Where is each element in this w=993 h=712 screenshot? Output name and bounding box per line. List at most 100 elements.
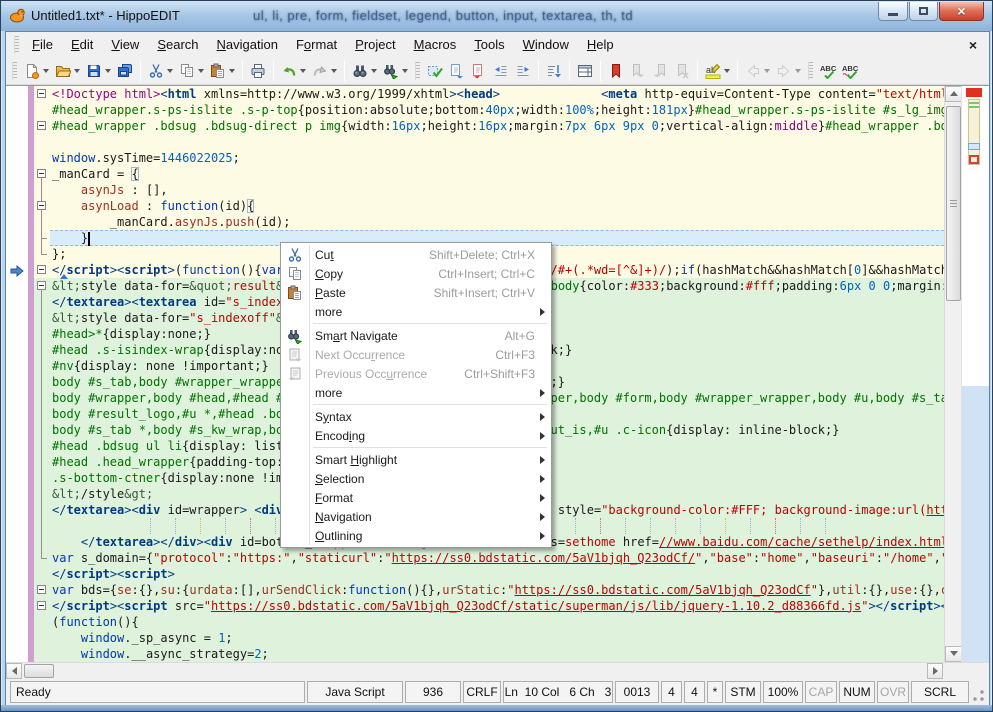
context-menu-item-more[interactable]: more: [281, 383, 551, 402]
fold-collapse-button[interactable]: [37, 265, 46, 274]
dropdown-caret-icon[interactable]: [764, 69, 770, 73]
menu-item-file[interactable]: File: [23, 34, 62, 55]
code-line[interactable]: asynLoad : function(id){: [50, 198, 944, 214]
context-menu-item-copy[interactable]: CopyCtrl+Insert; Ctrl+C: [281, 264, 551, 283]
dropdown-caret-icon[interactable]: [300, 69, 306, 73]
toolbar-button-highlight[interactable]: ab: [703, 61, 732, 81]
fold-collapse-button[interactable]: [37, 601, 46, 610]
resize-grip[interactable]: [971, 681, 985, 703]
minimize-button[interactable]: [878, 2, 908, 21]
toolbar-button-toggle-selection[interactable]: [425, 61, 445, 81]
status-cell-100-[interactable]: 100%: [763, 681, 803, 703]
toolbar-button-toggle-bookmark[interactable]: [606, 61, 626, 81]
status-cell-crlf[interactable]: CRLF: [463, 681, 501, 703]
dropdown-caret-icon[interactable]: [795, 69, 801, 73]
menu-item-search[interactable]: Search: [148, 34, 207, 55]
status-cell--[interactable]: *: [707, 681, 723, 703]
menu-item-project[interactable]: Project: [346, 34, 404, 55]
scroll-left-button[interactable]: [6, 663, 22, 679]
context-menu-item-outlining[interactable]: Outlining: [281, 526, 551, 545]
dropdown-caret-icon[interactable]: [105, 69, 111, 73]
status-cell-ln-10-col-6-ch-3[interactable]: Ln 10 Col 6 Ch 3: [503, 681, 613, 703]
dropdown-caret-icon[interactable]: [331, 69, 337, 73]
code-line[interactable]: window.__async_strategy=2;: [50, 646, 944, 662]
context-menu-item-syntax[interactable]: Syntax: [281, 407, 551, 426]
status-cell-4[interactable]: 4: [684, 681, 705, 703]
toolbar-grip[interactable]: [808, 62, 813, 80]
code-line[interactable]: var bds={se:{},su:{urdata:[],urSendClick…: [50, 582, 944, 598]
code-line[interactable]: #head_wrapper.s-ps-islite .s-p-top{posit…: [50, 102, 944, 118]
toolbar-button-auto-spell-check[interactable]: ABC: [840, 61, 860, 81]
close-button[interactable]: ×: [939, 2, 984, 21]
code-line[interactable]: </script><script src="https://ss0.bdstat…: [50, 598, 944, 614]
context-menu-item-cut[interactable]: CutShift+Delete; Ctrl+X: [281, 245, 551, 264]
status-cell-0013[interactable]: 0013: [615, 681, 659, 703]
toolbar-grip[interactable]: [12, 62, 17, 80]
toolbar-button-split-view[interactable]: [575, 61, 595, 81]
toolbar-button-cut[interactable]: [146, 61, 175, 81]
horizontal-scroll-thumb[interactable]: [24, 664, 54, 678]
dropdown-caret-icon[interactable]: [402, 69, 408, 73]
status-cell-scrl[interactable]: SCRL: [911, 681, 969, 703]
fold-collapse-button[interactable]: [37, 201, 46, 210]
toolbar-button-outdent[interactable]: [491, 61, 511, 81]
context-menu-item-smart-highlight[interactable]: Smart Highlight: [281, 450, 551, 469]
toolbar-button-sort-lines[interactable]: [544, 61, 564, 81]
context-menu-item-paste[interactable]: PasteShift+Insert; Ctrl+V: [281, 283, 551, 302]
dropdown-caret-icon[interactable]: [74, 69, 80, 73]
fold-collapse-button[interactable]: [37, 169, 46, 178]
toolbar-button-save[interactable]: [84, 61, 113, 81]
code-line[interactable]: <!Doctype html><html xmlns=http://www.w3…: [50, 86, 944, 102]
status-cell-cap[interactable]: CAP: [805, 681, 837, 703]
dropdown-caret-icon[interactable]: [198, 69, 204, 73]
dropdown-caret-icon[interactable]: [43, 69, 49, 73]
menu-item-tools[interactable]: Tools: [465, 34, 513, 55]
fold-collapse-button[interactable]: [37, 281, 46, 290]
fold-collapse-button[interactable]: [37, 585, 46, 594]
toolbar-button-spell-check[interactable]: ABC: [818, 61, 838, 81]
scroll-right-button[interactable]: [927, 663, 943, 679]
code-line[interactable]: var s_domain={"protocol":"https:","stati…: [50, 550, 944, 566]
status-cell-java-script[interactable]: Java Script: [307, 681, 403, 703]
toolbar-button-indent[interactable]: [513, 61, 533, 81]
toolbar-button-remove-template[interactable]: [469, 61, 489, 81]
vertical-scroll-thumb[interactable]: [946, 106, 961, 301]
fold-collapse-button[interactable]: [37, 89, 46, 98]
status-cell-4[interactable]: 4: [661, 681, 682, 703]
scroll-marker-strip[interactable]: [961, 86, 989, 662]
toolbar-button-open-file[interactable]: [53, 61, 82, 81]
status-cell-num[interactable]: NUM: [839, 681, 875, 703]
fold-column[interactable]: [34, 86, 50, 662]
toolbar-button-insert-template[interactable]: [447, 61, 467, 81]
dropdown-caret-icon[interactable]: [371, 69, 377, 73]
toolbar-button-paste[interactable]: [208, 61, 237, 81]
document-close-button[interactable]: ×: [961, 37, 985, 53]
menu-item-edit[interactable]: Edit: [62, 34, 102, 55]
menu-item-help[interactable]: Help: [578, 34, 623, 55]
context-menu-item-encoding[interactable]: Encoding: [281, 426, 551, 445]
dropdown-caret-icon[interactable]: [167, 69, 173, 73]
toolbar-button-redo[interactable]: [310, 61, 339, 81]
menu-item-format[interactable]: Format: [287, 34, 346, 55]
toolbar-grip[interactable]: [415, 62, 420, 80]
menu-item-window[interactable]: Window: [514, 34, 578, 55]
toolbar-button-find[interactable]: [350, 61, 379, 81]
code-line[interactable]: window._sp_async = 1;: [50, 630, 944, 646]
menu-item-view[interactable]: View: [102, 34, 148, 55]
context-menu-item-smart-navigate[interactable]: Smart NavigateAlt+G: [281, 326, 551, 345]
editor-gutter[interactable]: [6, 86, 28, 662]
code-line[interactable]: (function(){: [50, 614, 944, 630]
status-cell-ovr[interactable]: OVR: [877, 681, 909, 703]
toolbar-button-find-in-files[interactable]: [381, 61, 410, 81]
status-cell-936[interactable]: 936: [405, 681, 461, 703]
dropdown-caret-icon[interactable]: [229, 69, 235, 73]
menu-item-navigation[interactable]: Navigation: [208, 34, 287, 55]
toolbar-button-undo[interactable]: [279, 61, 308, 81]
scroll-down-button[interactable]: [945, 646, 962, 662]
toolbar-button-new-file[interactable]: [22, 61, 51, 81]
code-line[interactable]: _manCard.asynJs.push(id);: [50, 214, 944, 230]
scroll-up-button[interactable]: [945, 86, 962, 102]
code-line[interactable]: window.sysTime=1446022025;: [50, 150, 944, 166]
menubar-grip[interactable]: [14, 36, 19, 54]
context-menu-item-more[interactable]: more: [281, 302, 551, 321]
